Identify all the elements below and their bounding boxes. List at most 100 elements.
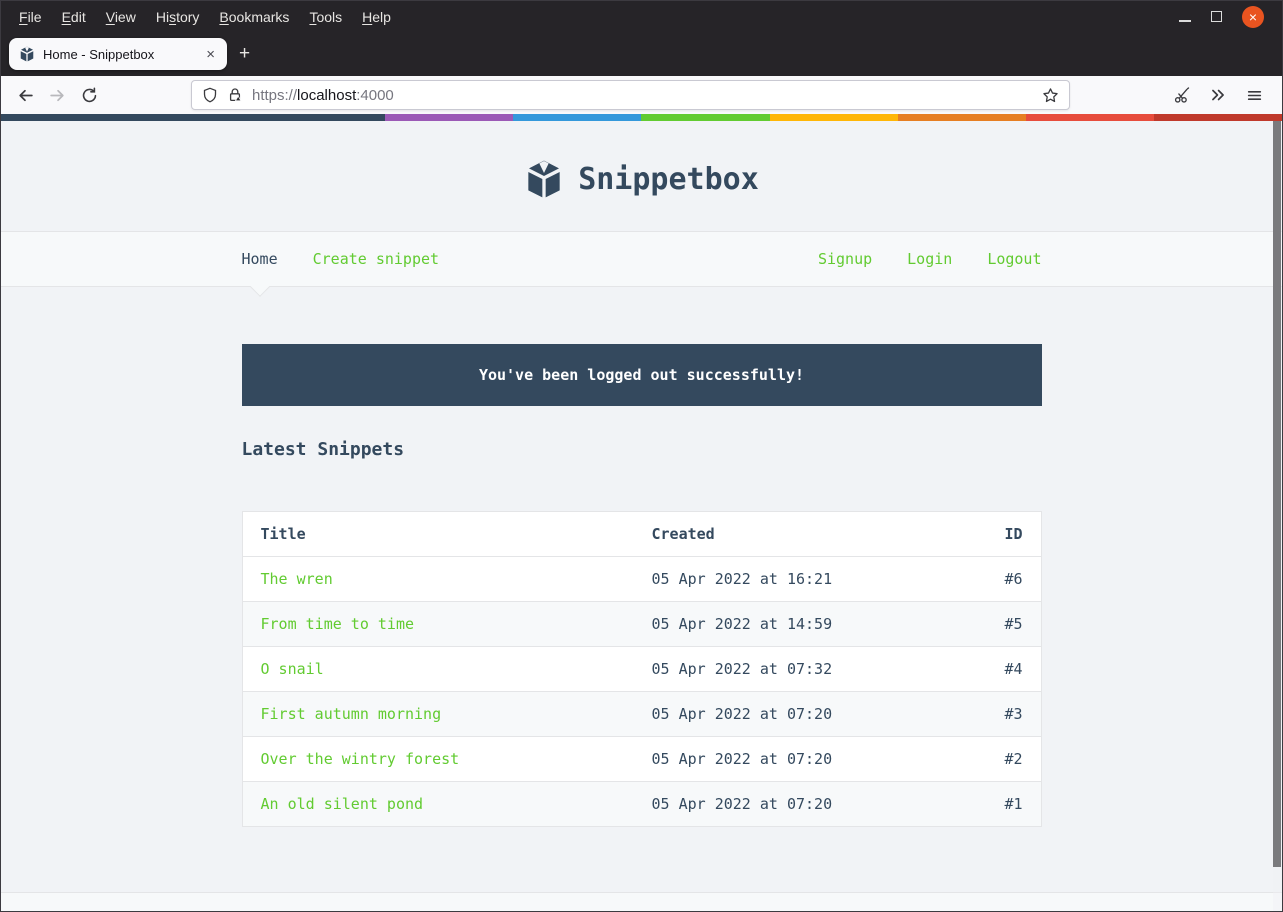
- nav-link[interactable]: Login: [907, 250, 952, 268]
- flash-message: You've been logged out successfully!: [242, 344, 1042, 406]
- menu-label-key: E: [62, 9, 71, 25]
- snippet-title-cell: First autumn morning: [242, 692, 634, 737]
- site-nav: Home Create snippet Signup Login Logout: [1, 231, 1282, 287]
- url-port: :4000: [356, 87, 394, 104]
- nav-link[interactable]: Create snippet: [313, 250, 439, 268]
- table-row: O snail 05 Apr 2022 at 07:32 #4: [242, 647, 1041, 692]
- maximize-icon[interactable]: [1211, 11, 1222, 22]
- table-row: The wren 05 Apr 2022 at 16:21 #6: [242, 557, 1041, 602]
- snippetbox-cube-icon: [524, 159, 564, 199]
- stripe-segment: [898, 114, 1026, 121]
- stripe-segment: [770, 114, 898, 121]
- menu-label-pre: Hi: [156, 9, 169, 25]
- snippet-link[interactable]: Over the wintry forest: [261, 750, 460, 768]
- menu-label-post: elp: [372, 9, 391, 25]
- scrollbar-thumb[interactable]: [1273, 121, 1281, 867]
- snippet-title-cell: An old silent pond: [242, 782, 634, 827]
- brand-link[interactable]: Snippetbox: [524, 159, 759, 199]
- table-row: From time to time 05 Apr 2022 at 14:59 #…: [242, 602, 1041, 647]
- menubar-item[interactable]: File: [9, 9, 52, 25]
- tab-home-snippetbox[interactable]: Home - Snippetbox ×: [9, 38, 227, 70]
- back-button[interactable]: [9, 81, 41, 109]
- rainbow-stripe: [1, 114, 1282, 121]
- brand-title: Snippetbox: [578, 162, 759, 197]
- snippet-id-cell: #1: [937, 782, 1041, 827]
- nav-inner: Home Create snippet Signup Login Logout: [242, 232, 1042, 286]
- stripe-segment: [1026, 114, 1154, 121]
- url-bar[interactable]: https://localhost:4000: [191, 80, 1070, 110]
- snippets-table: Title Created ID The wren 05 Apr 2022 at…: [242, 511, 1042, 827]
- menu-label-post: ile: [28, 9, 42, 25]
- minimize-icon[interactable]: [1179, 20, 1191, 22]
- back-arrow-icon: [17, 87, 34, 104]
- table-header-row: Title Created ID: [242, 512, 1041, 557]
- column-header-created: Created: [634, 512, 938, 557]
- column-header-title: Title: [242, 512, 634, 557]
- lock-warning-icon: [227, 87, 243, 103]
- stripe-segment: [1, 114, 385, 121]
- menu-label-post: ools: [316, 9, 342, 25]
- snippet-id-cell: #3: [937, 692, 1041, 737]
- menu-label-post: ookmarks: [229, 9, 290, 25]
- menu-list: File Edit View History Bookmarks Tools H…: [9, 9, 401, 25]
- url-text: https://localhost:4000: [252, 87, 394, 104]
- snippet-id-cell: #2: [937, 737, 1041, 782]
- tracking-shield-icon: [202, 87, 218, 103]
- nav-link[interactable]: Signup: [818, 250, 872, 268]
- forward-arrow-icon: [49, 87, 66, 104]
- menubar-item[interactable]: Tools: [299, 9, 352, 25]
- snippet-created-cell: 05 Apr 2022 at 07:20: [634, 737, 938, 782]
- nav-link[interactable]: Logout: [987, 250, 1041, 268]
- page-scrollbar[interactable]: [1273, 121, 1282, 911]
- stripe-segment: [1154, 114, 1282, 121]
- menu-label-key: V: [106, 9, 115, 25]
- menu-label-key: s: [169, 9, 176, 25]
- snippet-link[interactable]: From time to time: [261, 615, 415, 633]
- reload-icon: [81, 87, 98, 104]
- menubar-item[interactable]: Edit: [52, 9, 96, 25]
- menu-label-key: H: [362, 9, 372, 25]
- snippet-id-cell: #6: [937, 557, 1041, 602]
- snippet-created-cell: 05 Apr 2022 at 07:20: [634, 692, 938, 737]
- menubar-item[interactable]: History: [146, 9, 210, 25]
- snippet-link[interactable]: O snail: [261, 660, 324, 678]
- snippets-table-wrap: Title Created ID The wren 05 Apr 2022 at…: [242, 511, 1042, 827]
- menubar-item[interactable]: View: [96, 9, 146, 25]
- reload-button[interactable]: [73, 81, 105, 109]
- table-row: First autumn morning 05 Apr 2022 at 07:2…: [242, 692, 1041, 737]
- favicon-cube-icon: [19, 46, 35, 62]
- menubar-item[interactable]: Bookmarks: [209, 9, 299, 25]
- tab-title: Home - Snippetbox: [43, 47, 194, 62]
- snippet-title-cell: O snail: [242, 647, 634, 692]
- snippet-link[interactable]: The wren: [261, 570, 333, 588]
- menu-label-post: iew: [115, 9, 136, 25]
- url-host: localhost: [297, 87, 356, 104]
- site-header: Snippetbox: [1, 121, 1282, 231]
- menu-label-post: dit: [71, 9, 86, 25]
- overflow-chevrons-icon[interactable]: [1202, 81, 1234, 109]
- forward-button[interactable]: [41, 81, 73, 109]
- browser-window: File Edit View History Bookmarks Tools H…: [0, 0, 1283, 912]
- window-controls: ×: [1179, 6, 1274, 28]
- tab-close-icon[interactable]: ×: [202, 46, 219, 63]
- snippet-title-cell: From time to time: [242, 602, 634, 647]
- snippet-created-cell: 05 Apr 2022 at 07:20: [634, 782, 938, 827]
- menu-label-key: B: [219, 9, 228, 25]
- stripe-segment: [385, 114, 513, 121]
- snippet-created-cell: 05 Apr 2022 at 14:59: [634, 602, 938, 647]
- menubar-item[interactable]: Help: [352, 9, 401, 25]
- snippet-link[interactable]: An old silent pond: [261, 795, 424, 813]
- column-header-id: ID: [937, 512, 1041, 557]
- snippet-link[interactable]: First autumn morning: [261, 705, 442, 723]
- url-protocol: https://: [252, 87, 297, 104]
- new-tab-icon[interactable]: +: [227, 43, 262, 65]
- close-window-icon[interactable]: ×: [1242, 6, 1264, 28]
- bookmark-star-icon[interactable]: [1042, 87, 1059, 104]
- hamburger-menu-icon[interactable]: [1238, 81, 1270, 109]
- toolbar-right-icons: [1166, 81, 1274, 109]
- site-footer: [1, 892, 1282, 911]
- nav-link[interactable]: Home: [242, 250, 278, 268]
- snippet-title-cell: Over the wintry forest: [242, 737, 634, 782]
- screenshot-scissors-icon[interactable]: [1166, 81, 1198, 109]
- snippet-id-cell: #5: [937, 602, 1041, 647]
